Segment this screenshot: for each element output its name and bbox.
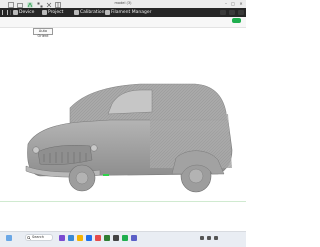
app-icon-dark[interactable] — [113, 235, 119, 241]
tab-device[interactable]: Device — [13, 8, 34, 17]
tab-filament-manager[interactable]: Filament Manager — [105, 8, 151, 17]
settings-icon[interactable] — [229, 10, 235, 15]
device-icon — [13, 10, 18, 15]
menu-icon[interactable] — [2, 10, 8, 15]
tab-label: Project — [48, 10, 64, 15]
tray-icon[interactable] — [200, 236, 204, 240]
file-explorer-icon[interactable] — [77, 235, 83, 241]
app-icon-green[interactable] — [104, 235, 110, 241]
volume-icon[interactable] — [214, 236, 218, 240]
split-icon[interactable] — [46, 2, 52, 8]
close-icon[interactable]: ✕ — [238, 1, 244, 6]
tab-label: Device — [19, 10, 35, 15]
calibration-icon — [74, 10, 79, 15]
orient-icon[interactable] — [27, 2, 33, 8]
app-icon-red[interactable] — [95, 235, 101, 241]
layout-icon[interactable] — [55, 2, 61, 8]
tab-label: Filament Manager — [111, 10, 152, 15]
slice-button[interactable] — [232, 18, 241, 23]
tab-bar: Device Project Calibration Filament Mana… — [0, 8, 246, 17]
minimize-icon[interactable]: – — [223, 1, 229, 6]
maximize-icon[interactable]: □ — [230, 1, 236, 6]
search-icon — [27, 236, 31, 240]
search-label: Search — [32, 235, 45, 239]
widgets-icon[interactable] — [68, 235, 74, 241]
3d-viewport[interactable] — [0, 28, 246, 231]
filament-manager-icon — [105, 10, 110, 15]
wifi-icon[interactable] — [207, 236, 211, 240]
add-object-icon[interactable] — [8, 2, 14, 8]
weather-icon[interactable] — [6, 235, 12, 241]
app-icon-blue[interactable] — [131, 235, 137, 241]
window-title: model (3) — [114, 1, 132, 5]
arrange-icon[interactable] — [37, 2, 43, 8]
edge-icon[interactable] — [86, 235, 92, 241]
project-icon — [42, 10, 47, 15]
account-icon[interactable] — [220, 10, 226, 15]
taskview-icon[interactable] — [59, 235, 65, 241]
help-icon[interactable] — [238, 10, 244, 15]
build-plate-edge — [0, 201, 246, 202]
bambu-studio-icon[interactable] — [122, 235, 128, 241]
tab-calibration[interactable]: Calibration — [74, 8, 104, 17]
tab-project[interactable]: Project — [42, 8, 63, 17]
tooltip: Auto Orient — [33, 28, 53, 38]
add-plate-icon[interactable] — [17, 2, 23, 8]
tab-divider — [10, 10, 11, 15]
toolbar — [0, 17, 246, 28]
tab-label: Calibration — [80, 10, 105, 15]
